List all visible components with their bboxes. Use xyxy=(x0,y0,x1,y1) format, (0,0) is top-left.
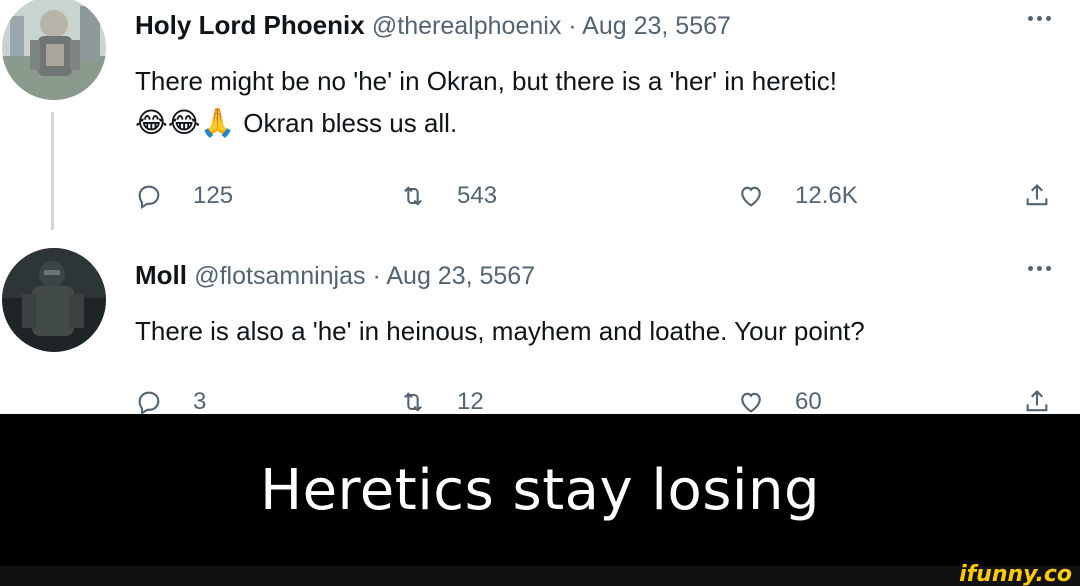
meme-caption-band: Heretics stay losing xyxy=(0,414,1080,566)
meme-frame: Holy Lord Phoenix @therealphoenix · Aug … xyxy=(0,0,1080,586)
more-icon[interactable] xyxy=(1026,8,1052,28)
reply-button[interactable]: 125 xyxy=(135,178,233,214)
author-handle[interactable]: @flotsamninjas xyxy=(194,262,365,290)
author-handle[interactable]: @therealphoenix xyxy=(372,12,561,40)
tweet-thread: Holy Lord Phoenix @therealphoenix · Aug … xyxy=(0,0,1080,414)
author-name[interactable]: Moll xyxy=(135,260,187,290)
reply-button[interactable]: 3 xyxy=(135,384,206,414)
like-button[interactable]: 60 xyxy=(737,384,822,414)
tweet-text-line: 😂😂🙏 Okran bless us all. xyxy=(135,102,1065,144)
retweet-count: 543 xyxy=(457,182,498,209)
share-icon xyxy=(1026,390,1048,412)
tweet-text-tail: Okran bless us all. xyxy=(243,108,458,138)
retweet-button[interactable]: 543 xyxy=(399,178,497,214)
author-name[interactable]: Holy Lord Phoenix xyxy=(135,10,365,40)
retweet-count: 12 xyxy=(457,388,484,414)
tweet-actions: 3 12 60 xyxy=(135,384,1075,414)
heart-icon xyxy=(741,392,761,413)
tweet-text: There might be no 'he' in Okran, but the… xyxy=(135,60,1065,144)
emoji-sequence: 😂😂🙏 xyxy=(135,107,236,138)
retweet-button[interactable]: 12 xyxy=(399,384,484,414)
meme-caption: Heretics stay losing xyxy=(259,457,821,523)
share-button[interactable] xyxy=(1023,384,1051,414)
share-button[interactable] xyxy=(1023,178,1051,214)
like-count: 60 xyxy=(795,388,822,414)
tweet-date[interactable]: Aug 23, 5567 xyxy=(386,262,535,290)
tweet-date[interactable]: Aug 23, 5567 xyxy=(582,12,731,40)
meta-separator: · xyxy=(561,12,583,40)
retweet-icon xyxy=(404,392,422,412)
like-button[interactable]: 12.6K xyxy=(737,178,858,214)
heart-icon xyxy=(741,186,761,207)
reply-icon xyxy=(138,185,160,209)
avatar[interactable] xyxy=(2,248,106,352)
reply-count: 3 xyxy=(193,388,207,414)
reply-icon xyxy=(138,391,160,414)
like-count: 12.6K xyxy=(795,182,858,209)
thread-connector xyxy=(51,112,54,230)
tweet-header: Moll @flotsamninjas · Aug 23, 5567 xyxy=(135,258,1060,292)
footer-bar xyxy=(0,566,1080,586)
tweet-header: Holy Lord Phoenix @therealphoenix · Aug … xyxy=(135,8,1060,42)
reply-count: 125 xyxy=(193,182,234,209)
tweet-text: There is also a 'he' in heinous, mayhem … xyxy=(135,310,1065,352)
tweet-text-line: There is also a 'he' in heinous, mayhem … xyxy=(135,316,865,346)
tweet-actions: 125 543 12.6K xyxy=(135,178,1075,214)
retweet-icon xyxy=(404,186,422,206)
share-icon xyxy=(1026,184,1048,206)
avatar[interactable] xyxy=(2,0,106,100)
meta-separator: · xyxy=(365,262,387,290)
more-icon[interactable] xyxy=(1026,258,1052,278)
watermark-logo: ifunny.co xyxy=(959,562,1072,586)
tweet-text-line: There might be no 'he' in Okran, but the… xyxy=(135,66,837,96)
